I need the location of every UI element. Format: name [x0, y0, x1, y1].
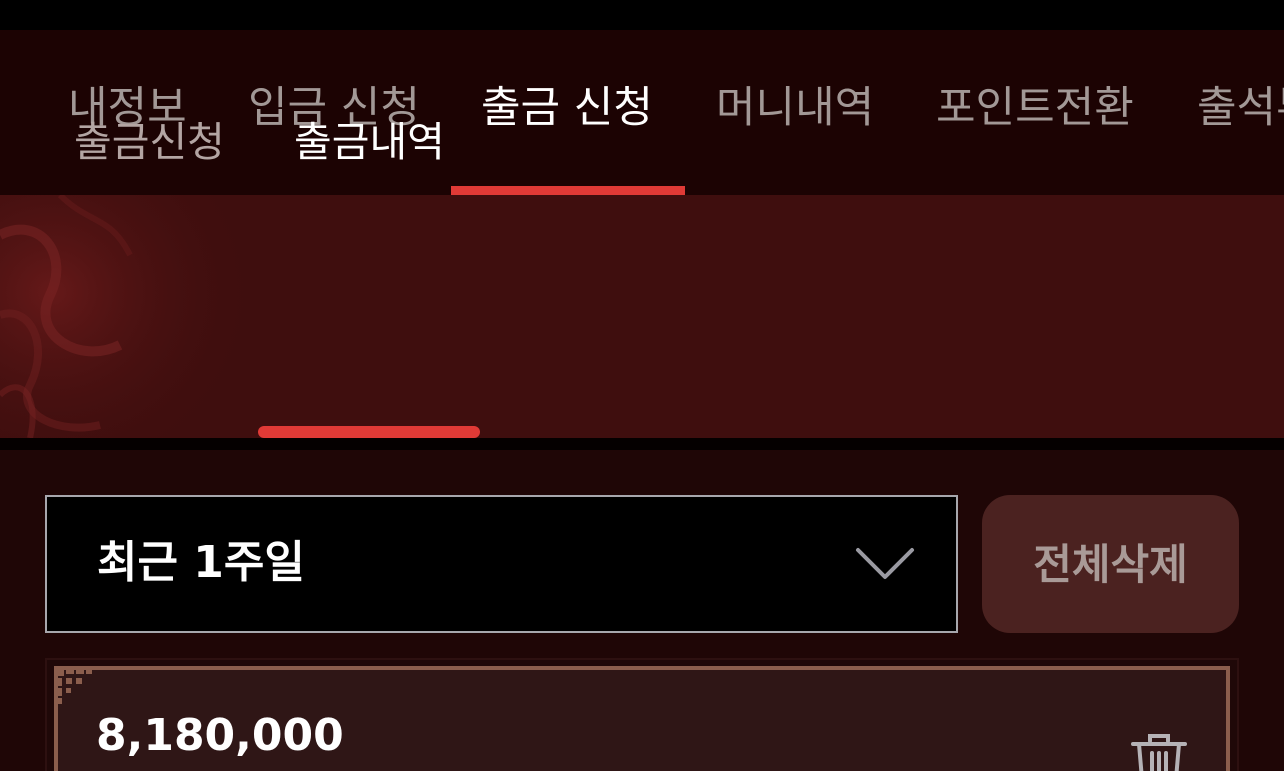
period-select[interactable]: 최근 1주일: [45, 495, 958, 633]
corner-ornament-icon: [54, 666, 92, 704]
active-tab-indicator: [451, 186, 685, 195]
history-amount: 8,180,000: [96, 710, 344, 761]
tab-point-convert[interactable]: 포인트전환: [936, 80, 1134, 136]
active-subtab-indicator: [258, 426, 480, 438]
page: 내정보 입금 신청 출금 신청 머니내역 포인트전환 출석부 출금신청 출금내역…: [0, 0, 1284, 771]
tab-attendance[interactable]: 출석부: [1197, 80, 1284, 136]
tab-withdraw-request[interactable]: 출금 신청: [481, 80, 653, 136]
section-divider: [0, 438, 1284, 450]
subtab-withdraw-request[interactable]: 출금신청: [74, 115, 225, 169]
sub-nav: [0, 195, 1284, 438]
tab-money-history[interactable]: 머니내역: [716, 80, 874, 136]
delete-all-button[interactable]: 전체삭제: [982, 495, 1239, 633]
chevron-down-icon: [856, 548, 914, 579]
trash-icon[interactable]: [1130, 733, 1188, 771]
subtab-withdraw-history[interactable]: 출금내역: [294, 115, 445, 169]
period-select-value: 최근 1주일: [97, 537, 305, 588]
status-bar: [0, 0, 1284, 30]
dragon-decoration: [0, 195, 260, 438]
